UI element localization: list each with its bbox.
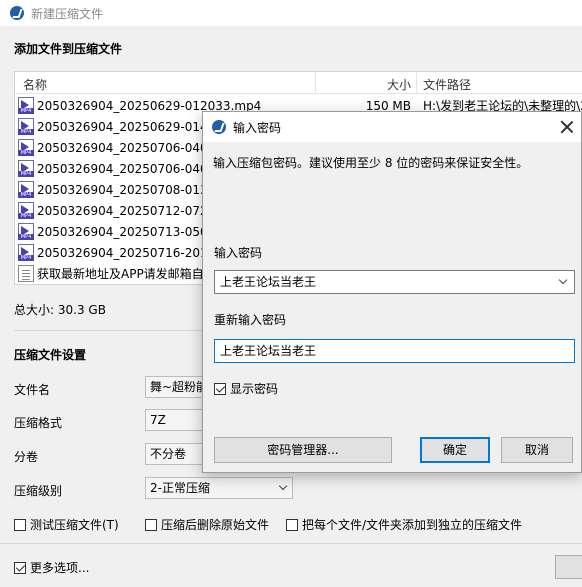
app-logo-icon [10,6,24,20]
dialog-title: 输入密码 [233,120,282,135]
column-header-name[interactable]: 名称 [23,76,47,93]
confirm-password-value: 上老王论坛当老王 [220,344,317,358]
file-name: 2050326904_20250716-2012 [37,245,216,260]
file-name: 2050326904_20250708-0139 [37,182,216,197]
footer-button[interactable] [555,555,582,579]
checkbox-box[interactable] [286,518,298,531]
file-name: 2050326904_20250706-0405 [37,161,216,176]
volume-select[interactable]: 不分卷 [145,443,205,465]
checkbox-label: 把每个文件/文件夹添加到独立的压缩文件 [302,518,523,532]
section-divider [14,330,204,331]
more-options-checkbox[interactable]: 更多选项... [14,559,89,576]
main-titlebar: 新建压缩文件 [0,0,582,26]
mp4-file-icon [18,181,34,198]
separate-archives-checkbox[interactable]: 把每个文件/文件夹添加到独立的压缩文件 [286,516,522,533]
show-password-checkbox[interactable]: 显示密码 [214,380,278,397]
mp4-file-icon [18,244,34,261]
chevron-down-icon[interactable] [558,275,568,285]
checkbox-box[interactable] [14,518,26,531]
checkbox-label: 更多选项... [30,561,90,575]
format-select[interactable]: 7Z [145,409,205,431]
checkbox-label: 压缩后删除原始文件 [161,518,270,532]
close-icon[interactable] [559,119,575,135]
mp4-file-icon [18,223,34,240]
checkbox-label: 显示密码 [230,382,279,396]
column-separator[interactable] [315,72,316,94]
file-name: 2050326904_20250629-0147 [37,119,216,134]
file-list-header: 名称 大小 文件路径 [15,72,582,94]
mp4-file-icon [18,97,34,114]
level-select[interactable]: 2-正常压缩 [145,477,293,499]
file-name: 2050326904_20250706-0405 [37,140,216,155]
checkbox-box[interactable] [145,518,157,531]
chevron-down-icon [278,481,288,491]
mp4-file-icon [18,139,34,156]
text-file-icon [18,265,34,282]
test-archive-checkbox[interactable]: 测试压缩文件(T) [14,516,119,533]
window-title: 新建压缩文件 [31,6,104,21]
level-label: 压缩级别 [14,484,63,498]
mp4-file-icon [18,160,34,177]
settings-heading: 压缩文件设置 [14,348,87,362]
checkbox-box[interactable] [214,382,226,395]
format-label: 压缩格式 [14,416,63,430]
column-header-size[interactable]: 大小 [387,76,411,93]
column-separator[interactable] [416,72,417,94]
volume-value: 不分卷 [150,447,187,461]
ok-button[interactable]: 确定 [420,437,490,463]
cancel-button[interactable]: 取消 [501,437,573,463]
file-name: 2050326904_20250713-0504 [37,224,216,239]
password-manager-button[interactable]: 密码管理器... [214,437,392,463]
volume-label: 分卷 [14,450,39,464]
file-name: 获取最新地址及APP请发邮箱自 [37,267,204,281]
password-label: 输入密码 [214,246,263,260]
filename-label: 文件名 [14,383,51,397]
level-value: 2-正常压缩 [150,481,210,495]
password-dialog: 输入密码 输入压缩包密码。建议使用至少 8 位的密码来保证安全性。 输入密码 上… [202,111,582,473]
column-header-path[interactable]: 文件路径 [423,76,471,93]
app-logo-icon [212,120,226,134]
checkbox-box[interactable] [14,561,26,574]
mp4-file-icon [18,202,34,219]
delete-originals-checkbox[interactable]: 压缩后删除原始文件 [145,516,269,533]
password-input[interactable]: 上老王论坛当老王 [214,270,575,294]
mp4-file-icon [18,118,34,135]
dialog-description: 输入压缩包密码。建议使用至少 8 位的密码来保证安全性。 [213,156,529,170]
add-files-heading: 添加文件到压缩文件 [14,42,123,56]
password-value: 上老王论坛当老王 [220,275,317,289]
confirm-password-label: 重新输入密码 [214,313,287,327]
total-size: 总大小: 30.3 GB [14,303,106,317]
footer-divider [0,543,582,544]
format-value: 7Z [150,413,166,427]
checkbox-label: 测试压缩文件(T) [30,518,119,532]
dialog-titlebar: 输入密码 [203,112,581,142]
filename-input[interactable]: 舞~超粉能 [145,376,205,398]
file-name: 2050326904_20250712-0720 [37,203,216,218]
confirm-password-input[interactable]: 上老王论坛当老王 [214,339,575,363]
